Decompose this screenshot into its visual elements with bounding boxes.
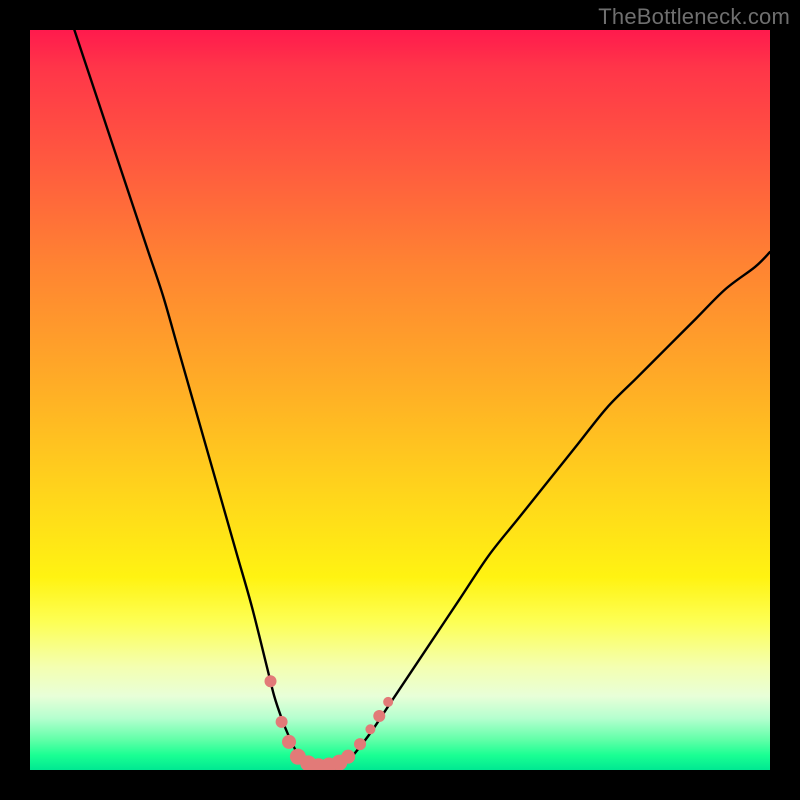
chart-frame: TheBottleneck.com: [0, 0, 800, 800]
curve-marker: [365, 724, 375, 734]
curve-marker: [282, 735, 296, 749]
curve-marker: [354, 738, 366, 750]
curve-marker: [383, 697, 393, 707]
curve-markers: [265, 675, 394, 770]
bottleneck-svg: [30, 30, 770, 770]
curve-marker: [276, 716, 288, 728]
watermark-text: TheBottleneck.com: [598, 4, 790, 30]
bottleneck-curve: [74, 30, 770, 768]
curve-marker: [341, 750, 355, 764]
chart-plot-area: [30, 30, 770, 770]
curve-marker: [265, 675, 277, 687]
curve-marker: [373, 710, 385, 722]
